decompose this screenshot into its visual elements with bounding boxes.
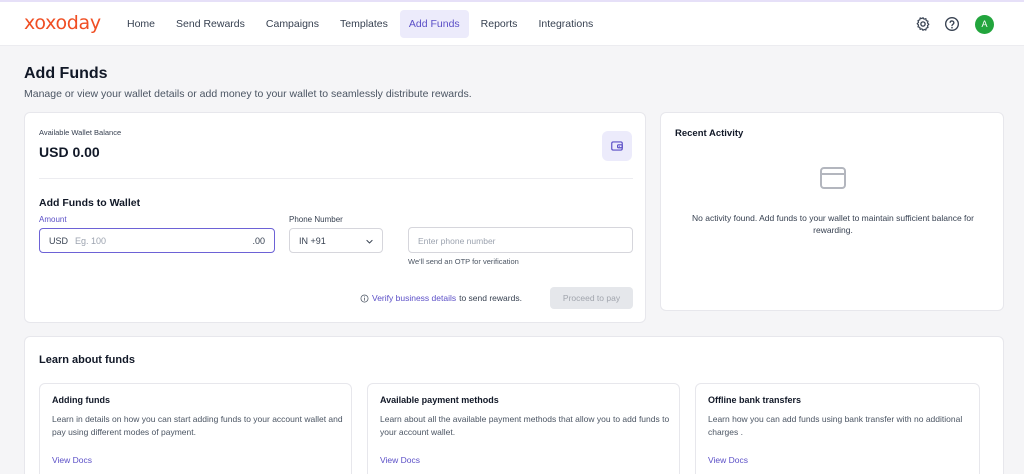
verify-business-suffix: to send rewards. bbox=[459, 293, 522, 303]
wallet-icon bbox=[611, 141, 623, 151]
recent-activity-card: Recent Activity No activity found. Add f… bbox=[660, 112, 1004, 311]
country-code-select[interactable]: IN +91 bbox=[289, 228, 383, 253]
phone-placeholder: Enter phone number bbox=[418, 236, 496, 246]
verify-business-notice: Verify business details to send rewards. bbox=[360, 293, 522, 303]
phone-number-input[interactable]: Enter phone number bbox=[408, 227, 633, 253]
wallet-balance: USD 0.00 bbox=[39, 144, 100, 160]
main-nav: Home Send Rewards Campaigns Templates Ad… bbox=[118, 10, 605, 38]
nav-send-rewards[interactable]: Send Rewards bbox=[167, 10, 254, 38]
doc-card-payment-methods: Available payment methods Learn about al… bbox=[367, 383, 680, 474]
proceed-to-pay-button[interactable]: Proceed to pay bbox=[550, 287, 633, 309]
amount-input[interactable]: USD Eg. 100 .00 bbox=[39, 228, 275, 253]
xoxoday-logo[interactable]: xoxoday bbox=[24, 12, 101, 34]
doc-card-title: Offline bank transfers bbox=[708, 395, 802, 405]
doc-card-adding-funds: Adding funds Learn in details on how you… bbox=[39, 383, 352, 474]
view-docs-link[interactable]: View Docs bbox=[708, 455, 748, 465]
nav-reports[interactable]: Reports bbox=[472, 10, 527, 38]
view-docs-link[interactable]: View Docs bbox=[380, 455, 420, 465]
top-navbar: xoxoday Home Send Rewards Campaigns Temp… bbox=[0, 0, 1024, 46]
add-funds-title: Add Funds to Wallet bbox=[39, 197, 141, 209]
verify-business-link[interactable]: Verify business details bbox=[372, 293, 456, 303]
nav-add-funds[interactable]: Add Funds bbox=[399, 10, 469, 38]
no-activity-message: No activity found. Add funds to your wal… bbox=[692, 213, 974, 235]
nav-campaigns[interactable]: Campaigns bbox=[257, 10, 328, 38]
doc-card-description: Learn how you can add funds using bank t… bbox=[708, 414, 963, 437]
amount-placeholder: Eg. 100 bbox=[75, 236, 107, 246]
gear-icon[interactable] bbox=[915, 16, 931, 32]
wallet-badge bbox=[602, 131, 632, 161]
otp-note: We'll send an OTP for verification bbox=[408, 257, 519, 266]
user-avatar[interactable]: A bbox=[975, 15, 994, 34]
page-title: Add Funds bbox=[24, 65, 108, 82]
view-docs-link[interactable]: View Docs bbox=[52, 455, 92, 465]
doc-card-description: Learn about all the available payment me… bbox=[380, 414, 670, 437]
page-subtitle: Manage or view your wallet details or ad… bbox=[24, 88, 472, 100]
learn-about-funds-card: Learn about funds Adding funds Learn in … bbox=[24, 336, 1004, 474]
learn-title: Learn about funds bbox=[39, 354, 135, 366]
amount-decimal-suffix: .00 bbox=[252, 236, 265, 246]
nav-templates[interactable]: Templates bbox=[331, 10, 397, 38]
balance-label: Available Wallet Balance bbox=[39, 128, 122, 137]
doc-card-bank-transfers: Offline bank transfers Learn how you can… bbox=[695, 383, 980, 474]
chevron-down-icon bbox=[366, 239, 373, 244]
wallet-card: Available Wallet Balance USD 0.00 Add Fu… bbox=[24, 112, 646, 323]
nav-home[interactable]: Home bbox=[118, 10, 164, 38]
doc-card-description: Learn in details on how you can start ad… bbox=[52, 414, 343, 437]
amount-label: Amount bbox=[39, 215, 67, 224]
phone-label: Phone Number bbox=[289, 215, 343, 224]
recent-activity-title: Recent Activity bbox=[675, 128, 744, 139]
help-circle-icon[interactable] bbox=[944, 16, 960, 32]
nav-integrations[interactable]: Integrations bbox=[529, 10, 602, 38]
divider bbox=[39, 178, 633, 179]
doc-card-title: Available payment methods bbox=[380, 395, 499, 405]
currency-prefix: USD bbox=[49, 236, 69, 246]
doc-card-title: Adding funds bbox=[52, 395, 110, 405]
country-code-value: IN +91 bbox=[299, 236, 326, 246]
info-icon bbox=[360, 294, 369, 302]
empty-activity-icon bbox=[820, 167, 846, 189]
